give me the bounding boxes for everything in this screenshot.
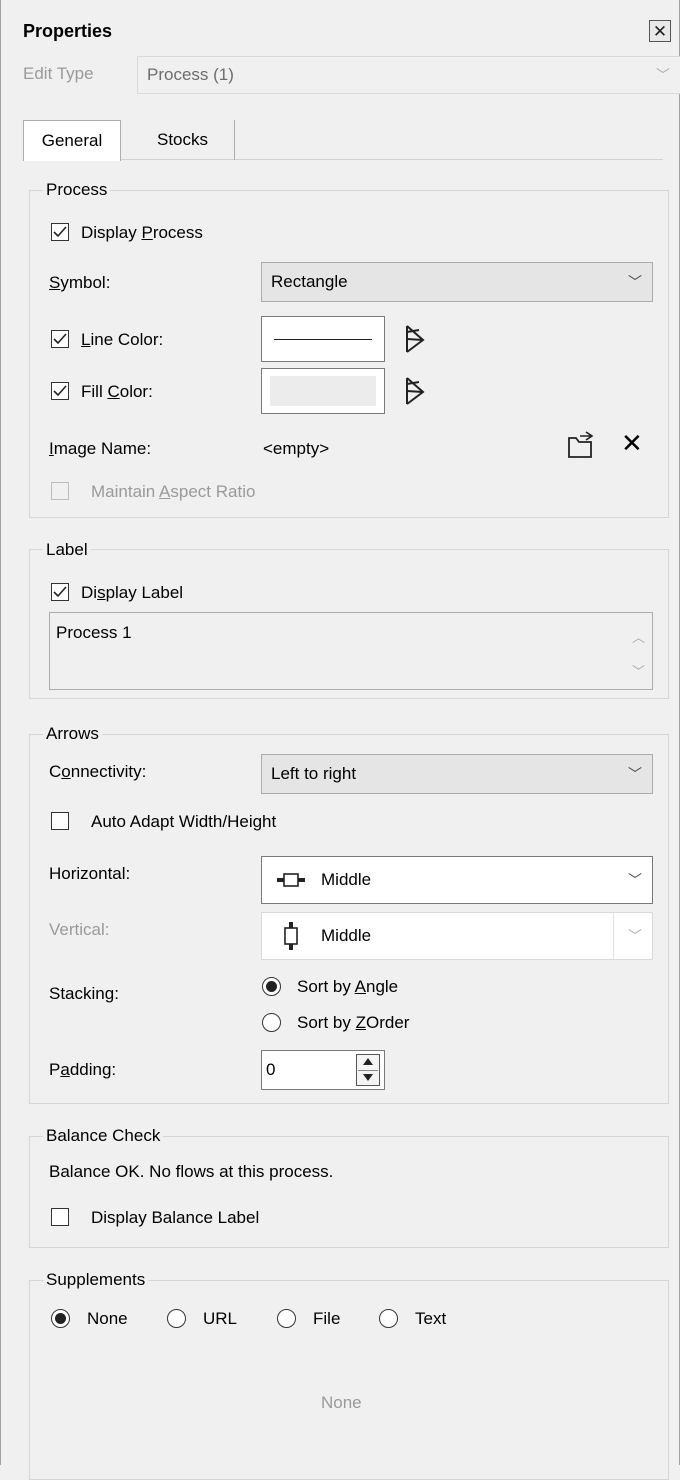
supplement-none-radio[interactable]	[51, 1309, 70, 1328]
image-name-value: <empty>	[263, 439, 330, 458]
check-icon	[53, 586, 67, 598]
supplement-none-label: None	[87, 1309, 128, 1328]
display-balance-checkbox[interactable]	[51, 1208, 69, 1226]
image-name-label: Image Name:	[49, 439, 152, 458]
padding-label: Padding:	[49, 1060, 117, 1079]
padding-spin-buttons[interactable]	[356, 1054, 380, 1086]
chevron-down-icon: ﹀	[628, 872, 642, 888]
fill-color-swatch[interactable]	[261, 368, 385, 414]
connectivity-select[interactable]: Left to right ﹀	[261, 754, 653, 794]
line-sample	[274, 339, 372, 340]
horizontal-middle-icon	[277, 873, 305, 887]
supplement-file-label: File	[313, 1309, 341, 1328]
fill-color-label: Fill Color:	[81, 382, 153, 401]
fill-sample	[270, 376, 376, 406]
display-process-label: Display Process	[81, 223, 203, 242]
check-icon	[53, 226, 67, 238]
properties-panel: Properties ✕ Edit Type Process (1) ﹀ Gen…	[0, 0, 680, 1480]
symbol-select[interactable]: Rectangle ﹀	[261, 262, 653, 302]
vertical-label: Vertical:	[49, 920, 110, 939]
color-fan-icon	[406, 377, 425, 405]
line-color-label: Line Color:	[81, 330, 164, 349]
display-process-checkbox[interactable]	[51, 223, 69, 241]
chevron-down-icon: ﹀	[628, 766, 642, 782]
supplement-url-radio[interactable]	[167, 1309, 186, 1328]
vertical-value: Middle	[321, 926, 372, 945]
vertical-select-divider	[613, 913, 614, 959]
padding-value: 0	[266, 1060, 276, 1079]
maintain-aspect-label: Maintain Aspect Ratio	[91, 482, 256, 501]
color-fan-icon	[406, 325, 425, 353]
symbol-label: Symbol:	[49, 273, 111, 292]
sort-by-zorder-label: Sort by ZOrder	[297, 1013, 410, 1032]
horizontal-value: Middle	[321, 870, 372, 889]
auto-adapt-checkbox[interactable]	[51, 812, 69, 830]
sort-by-angle-label: Sort by Angle	[297, 977, 399, 996]
check-icon	[53, 385, 67, 397]
horizontal-select[interactable]: Middle ﹀	[261, 856, 653, 904]
connectivity-value: Left to right	[271, 764, 357, 783]
supplement-text-label: Text	[415, 1309, 447, 1328]
auto-adapt-label: Auto Adapt Width/Height	[91, 812, 277, 831]
horizontal-label: Horizontal:	[49, 864, 131, 883]
tab-general[interactable]: General	[23, 120, 121, 161]
radio-selected-dot	[55, 1313, 66, 1324]
vertical-middle-icon	[284, 922, 298, 950]
label-scrollbar[interactable]: ︿ ﹀	[624, 613, 652, 689]
supplement-file-radio[interactable]	[277, 1309, 296, 1328]
label-text-value: Process 1	[56, 623, 132, 642]
supplement-text-radio[interactable]	[379, 1309, 398, 1328]
line-color-swatch[interactable]	[261, 316, 385, 362]
supplement-placeholder: None	[321, 1393, 362, 1412]
display-label-checkbox[interactable]	[51, 583, 69, 601]
connectivity-label: Connectivity:	[49, 762, 147, 781]
spin-down-icon[interactable]	[363, 1074, 373, 1081]
symbol-value: Rectangle	[271, 272, 348, 291]
arrows-legend: Arrows	[43, 724, 102, 744]
balance-group	[29, 1136, 669, 1248]
edit-type-label: Edit Type	[23, 64, 94, 83]
chevron-down-icon: ﹀	[628, 928, 642, 944]
clear-image-button[interactable]: ✕	[621, 430, 643, 456]
tab-stocks[interactable]: Stocks	[131, 120, 235, 160]
check-icon	[53, 333, 67, 345]
spin-up-icon[interactable]	[363, 1058, 373, 1065]
scroll-down-icon[interactable]: ﹀	[632, 661, 645, 680]
label-text-input[interactable]: Process 1 ︿ ﹀	[49, 612, 653, 690]
radio-selected-dot	[266, 981, 277, 992]
fill-color-checkbox[interactable]	[51, 382, 69, 400]
maintain-aspect-checkbox[interactable]	[51, 482, 69, 500]
fill-color-picker-button[interactable]	[399, 374, 433, 413]
stacking-label: Stacking:	[49, 984, 119, 1003]
padding-stepper[interactable]: 0	[261, 1050, 385, 1090]
process-legend: Process	[43, 180, 111, 200]
chevron-down-icon: ﹀	[656, 67, 670, 83]
line-color-checkbox[interactable]	[51, 330, 69, 348]
balance-legend: Balance Check	[43, 1126, 164, 1146]
edit-type-value: Process (1)	[147, 65, 234, 84]
label-legend: Label	[43, 540, 91, 560]
edit-type-select[interactable]: Process (1) ﹀	[137, 56, 680, 94]
supplement-url-label: URL	[203, 1309, 238, 1328]
tab-stocks-label: Stocks	[156, 130, 209, 149]
display-label-label: Display Label	[81, 583, 184, 602]
balance-status: Balance OK. No flows at this process.	[49, 1162, 334, 1181]
close-button[interactable]: ✕	[649, 20, 671, 42]
sort-by-angle-radio[interactable]	[262, 977, 281, 996]
tab-general-label: General	[41, 131, 103, 150]
chevron-down-icon: ﹀	[628, 274, 642, 290]
display-balance-label: Display Balance Label	[91, 1208, 260, 1227]
sort-by-zorder-radio[interactable]	[262, 1013, 281, 1032]
close-icon: ✕	[652, 21, 668, 41]
vertical-select[interactable]: Middle ﹀	[261, 912, 653, 960]
open-folder-icon	[568, 431, 594, 458]
open-image-button[interactable]	[566, 430, 598, 465]
panel-title: Properties	[23, 21, 113, 41]
supplements-legend: Supplements	[43, 1270, 149, 1290]
spin-divider	[358, 1070, 378, 1071]
line-color-picker-button[interactable]	[399, 322, 433, 361]
scroll-up-icon[interactable]: ︿	[632, 627, 645, 646]
close-icon: ✕	[621, 428, 643, 458]
